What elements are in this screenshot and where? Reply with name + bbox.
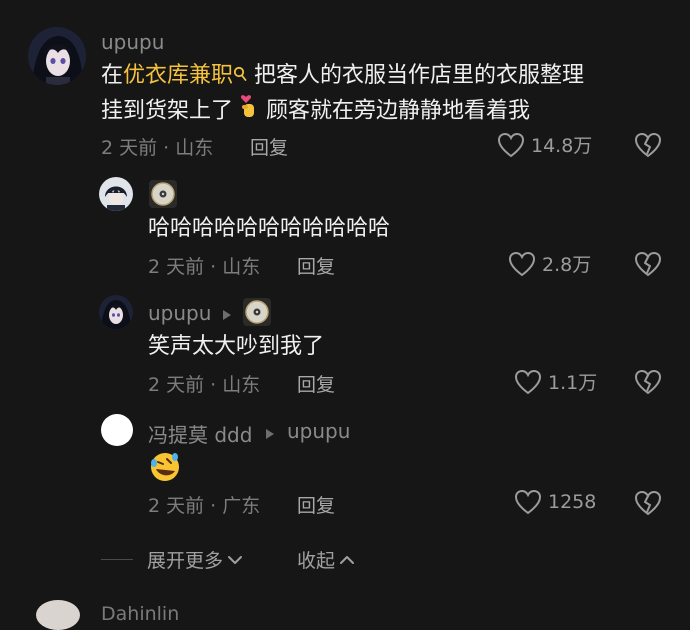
rolling-laugh-emoji: 🤣 (148, 451, 182, 487)
avatar[interactable] (101, 414, 133, 446)
divider-line (101, 559, 133, 560)
play-arrow-icon (265, 425, 275, 444)
comment-text-line2: 挂到货架上了 顾客就在旁边静静地看着我 (101, 93, 530, 130)
search-keyword-link[interactable]: 优衣库兼职 (123, 63, 233, 88)
dislike-button[interactable] (634, 490, 662, 516)
comment-time-location: 2 天前 · 山东 (101, 137, 214, 159)
chevron-up-icon (339, 549, 355, 571)
reply-to-username[interactable]: upupu (287, 419, 350, 443)
avatar[interactable] (99, 295, 133, 329)
avatar[interactable] (99, 177, 133, 211)
reply-button[interactable]: 回复 (297, 252, 335, 279)
like-count: 1.1万 (548, 372, 598, 394)
heart-outline-icon (514, 369, 542, 394)
reply-text: 笑声太大吵到我了 (148, 334, 325, 359)
reply-time-location: 2 天前 · 山东 (148, 374, 261, 396)
cd-disc-icon[interactable] (243, 298, 271, 326)
reply-username[interactable]: upupu (148, 301, 211, 325)
next-comment-username[interactable]: Dahinlin (101, 603, 179, 625)
comment-text-rest: 把客人的衣服当作店里的衣服整理 (247, 63, 585, 88)
broken-heart-icon (634, 490, 662, 516)
like-button[interactable]: 1258 (514, 489, 596, 515)
dislike-button[interactable] (634, 251, 662, 277)
collapse-button[interactable]: 收起 (297, 546, 355, 573)
comment-text-prefix: 在 (101, 63, 124, 88)
reply-text: 哈哈哈哈哈哈哈哈哈哈哈 (148, 216, 391, 241)
avatar[interactable] (28, 27, 86, 85)
search-icon[interactable] (233, 59, 247, 93)
like-count: 1258 (548, 491, 597, 513)
replies-controls: 展开更多 收起 (101, 546, 355, 573)
heart-outline-icon (514, 489, 542, 515)
anime-avatar-image (99, 295, 133, 329)
reply-username[interactable]: 冯提莫 ddd (148, 419, 252, 448)
dislike-button[interactable] (634, 369, 662, 395)
like-count: 2.8万 (542, 254, 592, 276)
like-count: 14.8万 (531, 135, 593, 157)
comment-username[interactable]: upupu (101, 30, 164, 54)
comment-text: 在优衣库兼职 把客人的衣服当作店里的衣服整理 (101, 59, 584, 93)
anime-avatar-image (28, 27, 86, 85)
chevron-down-icon (227, 549, 243, 571)
broken-heart-icon (634, 132, 662, 158)
reply-button[interactable]: 回复 (250, 133, 288, 160)
avatar[interactable] (36, 600, 80, 630)
reply-time-location: 2 天前 · 山东 (148, 256, 261, 278)
anime-boy-avatar-image (99, 177, 133, 211)
comment-text-line2-b: 顾客就在旁边静静地看着我 (259, 98, 531, 124)
like-button[interactable]: 14.8万 (497, 131, 592, 158)
broken-heart-icon (634, 369, 662, 395)
play-arrow-icon (222, 306, 232, 325)
dislike-button[interactable] (634, 132, 662, 158)
expand-more-label: 展开更多 (147, 550, 224, 572)
like-button[interactable]: 1.1万 (514, 368, 597, 395)
heart-outline-icon (508, 251, 536, 276)
reply-button[interactable]: 回复 (297, 370, 335, 397)
finger-heart-emoji (239, 93, 259, 130)
heart-outline-icon (497, 132, 525, 157)
collapse-label: 收起 (297, 550, 336, 572)
reply-time-location: 2 天前 · 广东 (148, 495, 261, 517)
expand-more-button[interactable]: 展开更多 (147, 546, 243, 573)
cd-disc-icon[interactable] (149, 180, 177, 208)
like-button[interactable]: 2.8万 (508, 250, 591, 277)
reply-button[interactable]: 回复 (297, 491, 335, 518)
comment-text-line2-a: 挂到货架上了 (101, 98, 234, 124)
broken-heart-icon (634, 251, 662, 277)
